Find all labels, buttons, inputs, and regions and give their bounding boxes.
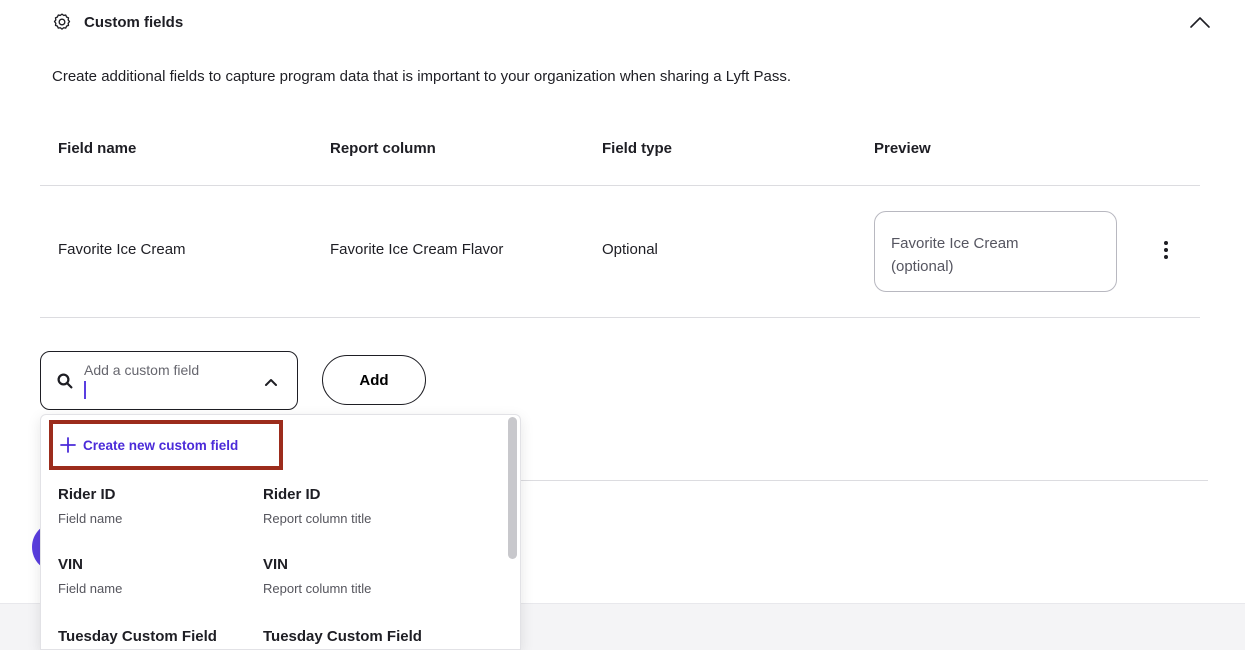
search-placeholder: Add a custom field: [84, 362, 200, 378]
row-divider: [40, 317, 1200, 318]
dropdown-option-field-name[interactable]: Rider ID Field name: [58, 486, 122, 526]
header-field-type: Field type: [602, 140, 673, 157]
custom-field-search-input[interactable]: Add a custom field: [40, 351, 298, 410]
kebab-menu-icon[interactable]: [1158, 238, 1174, 262]
section-title: Custom fields: [84, 13, 184, 31]
gear-icon: [53, 13, 71, 30]
section-description: Create additional fields to capture prog…: [52, 68, 792, 85]
custom-field-dropdown: Create new custom field Rider ID Field n…: [40, 414, 521, 650]
option-caption: Report column title: [263, 581, 372, 596]
dropdown-option-report-column[interactable]: VIN Report column title: [263, 556, 371, 596]
create-new-custom-field-button[interactable]: Create new custom field: [49, 420, 283, 470]
section-header: Custom fields: [52, 10, 183, 34]
header-field-name: Field name: [58, 140, 137, 157]
option-name: Rider ID: [58, 486, 116, 503]
option-caption: Field name: [58, 581, 123, 596]
option-name: Tuesday Custom Field: [58, 628, 217, 645]
add-button[interactable]: Add: [322, 355, 426, 405]
plus-icon: [60, 437, 76, 453]
chevron-up-icon[interactable]: [263, 374, 279, 390]
text-cursor: [84, 381, 86, 399]
cell-field-type: Optional: [602, 241, 658, 258]
preview-label: Favorite Ice Cream: [891, 235, 1019, 252]
cell-field-name: Favorite Ice Cream: [58, 241, 186, 258]
preview-optional-label: (optional): [891, 258, 954, 275]
search-icon: [57, 373, 73, 389]
create-new-custom-field-label: Create new custom field: [83, 437, 239, 453]
option-caption: Report column title: [263, 511, 372, 526]
header-report-column: Report column: [330, 140, 436, 157]
option-caption: Field name: [58, 511, 123, 526]
cell-report-column: Favorite Ice Cream Flavor: [330, 241, 504, 258]
option-report: Rider ID: [263, 486, 321, 503]
dropdown-scrollbar[interactable]: [508, 417, 517, 559]
header-preview: Preview: [874, 140, 931, 157]
option-report: Tuesday Custom Field: [263, 628, 422, 645]
dropdown-option-report-column[interactable]: Rider ID Report column title: [263, 486, 371, 526]
header-divider: [40, 185, 1200, 186]
dropdown-option-field-name[interactable]: Tuesday Custom Field: [58, 628, 217, 645]
dropdown-option-report-column[interactable]: Tuesday Custom Field: [263, 628, 422, 645]
preview-field: Favorite Ice Cream (optional): [874, 211, 1117, 292]
option-name: VIN: [58, 556, 84, 573]
chevron-up-icon[interactable]: [1188, 12, 1212, 32]
option-report: VIN: [263, 556, 289, 573]
dropdown-option-field-name[interactable]: VIN Field name: [58, 556, 122, 596]
